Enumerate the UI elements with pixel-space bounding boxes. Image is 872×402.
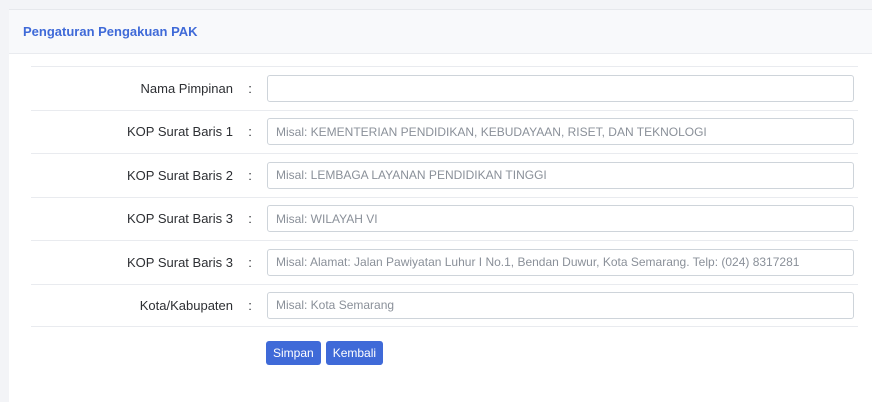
form-row-kop-baris-3: KOP Surat Baris 3 :	[31, 196, 858, 241]
field-separator: :	[248, 211, 252, 227]
field-separator: :	[248, 297, 252, 313]
form-row-kop-baris-1: KOP Surat Baris 1 :	[31, 109, 858, 154]
field-separator: :	[248, 254, 252, 270]
form-row-kop-baris-2: KOP Surat Baris 2 :	[31, 153, 858, 197]
field-separator: :	[248, 124, 252, 140]
field-label: Nama Pimpinan	[140, 80, 234, 96]
field-separator: :	[248, 80, 252, 96]
nama-pimpinan-input[interactable]	[267, 74, 854, 102]
settings-card: Pengaturan Pengakuan PAK Nama Pimpinan :…	[9, 9, 872, 402]
card-title: Pengaturan Pengakuan PAK	[23, 24, 198, 39]
form-actions: Simpan Kembali	[266, 341, 384, 365]
field-label: KOP Surat Baris 3	[127, 211, 233, 227]
kota-kabupaten-input[interactable]	[267, 291, 854, 319]
form-row-kop-alamat: KOP Surat Baris 3 :	[31, 240, 858, 284]
form-row-kota-kabupaten: Kota/Kabupaten :	[31, 283, 858, 327]
save-button[interactable]: Simpan	[266, 341, 321, 365]
card-header: Pengaturan Pengakuan PAK	[9, 10, 872, 54]
kop-baris-3-input[interactable]	[267, 205, 854, 233]
kop-baris-2-input[interactable]	[267, 161, 854, 189]
kop-alamat-input[interactable]	[267, 248, 854, 276]
field-label: KOP Surat Baris 3	[127, 254, 233, 270]
field-separator: :	[248, 167, 252, 183]
form-row-nama-pimpinan: Nama Pimpinan :	[31, 66, 858, 110]
field-label: KOP Surat Baris 2	[127, 167, 233, 183]
field-label: KOP Surat Baris 1	[127, 124, 233, 140]
field-label: Kota/Kabupaten	[139, 297, 233, 313]
kop-baris-1-input[interactable]	[267, 118, 854, 146]
back-button[interactable]: Kembali	[325, 341, 384, 365]
settings-form: Nama Pimpinan : KOP Surat Baris 1 : KOP …	[31, 66, 858, 327]
